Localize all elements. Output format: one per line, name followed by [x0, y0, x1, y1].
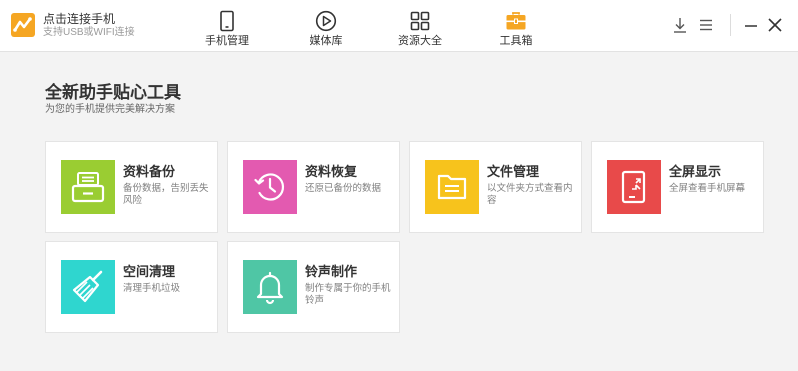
- tab-label: 资源大全: [398, 35, 442, 47]
- tool-card-backup[interactable]: 资料备份 备份数据，告别丢失风险: [45, 141, 218, 233]
- page-subtitle: 为您的手机提供完美解决方案: [45, 104, 175, 115]
- backup-drive-icon: [61, 160, 115, 214]
- app-logo-icon: [11, 13, 35, 37]
- tool-description: 以文件夹方式查看内容: [487, 183, 573, 206]
- tab-toolbox[interactable]: 工具箱: [476, 0, 556, 52]
- tool-description: 全屏查看手机屏幕: [669, 183, 746, 194]
- tool-title: 资料备份: [123, 164, 176, 179]
- tool-title: 资料恢复: [305, 164, 358, 179]
- tool-description: 备份数据，告别丢失风险: [123, 183, 209, 206]
- tab-label: 手机管理: [205, 35, 249, 47]
- bell-icon: [243, 260, 297, 314]
- tab-phone-manage[interactable]: 手机管理: [187, 0, 267, 52]
- phone-icon: [216, 10, 238, 32]
- tool-title: 文件管理: [487, 164, 540, 179]
- fullscreen-phone-icon: [607, 160, 661, 214]
- minimize-icon[interactable]: [741, 14, 761, 36]
- top-bar: 点击连接手机 支持USB或WIFI连接 手机管理 媒体库 资源大全 工具箱: [0, 0, 798, 52]
- tool-card-fullscreen[interactable]: 全屏显示 全屏查看手机屏幕: [591, 141, 764, 233]
- grid-icon: [409, 10, 431, 32]
- close-icon[interactable]: [765, 14, 785, 36]
- tool-card-restore[interactable]: 资料恢复 还原已备份的数据: [227, 141, 400, 233]
- play-circle-icon: [315, 10, 337, 32]
- tool-card-file-manage[interactable]: 文件管理 以文件夹方式查看内容: [409, 141, 582, 233]
- tool-title: 铃声制作: [305, 264, 358, 279]
- tab-resources[interactable]: 资源大全: [380, 0, 460, 52]
- connection-hint: 支持USB或WIFI连接: [43, 27, 135, 38]
- menu-icon[interactable]: [696, 14, 716, 36]
- tool-card-ringtone[interactable]: 铃声制作 制作专属于你的手机铃声: [227, 241, 400, 333]
- tab-media-library[interactable]: 媒体库: [286, 0, 366, 52]
- toolbox-icon: [505, 10, 527, 32]
- download-icon[interactable]: [670, 14, 690, 36]
- restore-clock-icon: [243, 160, 297, 214]
- tool-description: 清理手机垃圾: [123, 283, 181, 294]
- tab-label: 工具箱: [499, 35, 533, 47]
- tool-card-space-clean[interactable]: 空间清理 清理手机垃圾: [45, 241, 218, 333]
- tool-description: 制作专属于你的手机铃声: [305, 283, 391, 306]
- connect-phone-link[interactable]: 点击连接手机: [43, 12, 115, 26]
- page-title: 全新助手贴心工具: [45, 83, 181, 102]
- tool-title: 全屏显示: [669, 164, 722, 179]
- tool-title: 空间清理: [123, 264, 176, 279]
- window-controls-divider: [730, 14, 731, 36]
- tool-description: 还原已备份的数据: [305, 183, 382, 194]
- folder-icon: [425, 160, 479, 214]
- tab-label: 媒体库: [309, 35, 343, 47]
- broom-icon: [61, 260, 115, 314]
